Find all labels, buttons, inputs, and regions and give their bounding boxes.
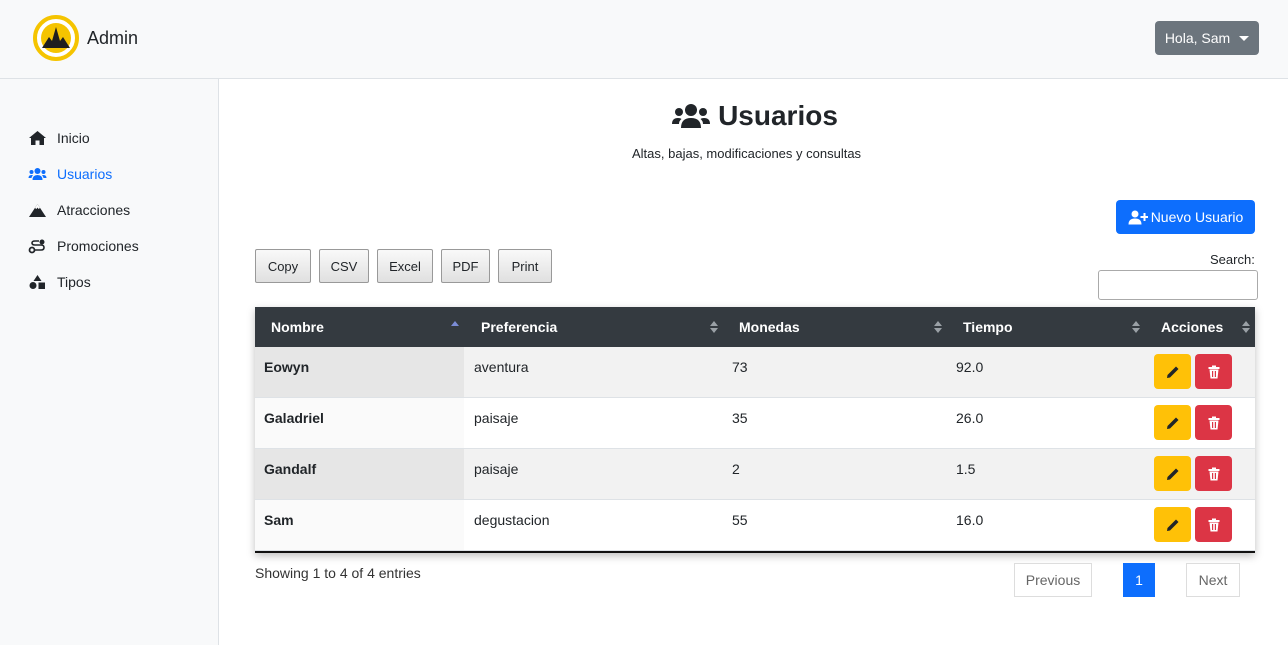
new-user-button[interactable]: Nuevo Usuario [1116,200,1255,234]
sidebar-item-label: Promociones [57,238,139,254]
cell-preferencia: degustacion [474,512,550,528]
sort-asc-icon[interactable] [451,320,459,334]
next-page-button[interactable]: Next [1186,563,1240,597]
user-menu-label: Hola, Sam [1164,30,1231,46]
new-user-label: Nuevo Usuario [1150,209,1244,225]
sidebar-item-label: Inicio [57,130,90,146]
sidebar-item-usuarios[interactable]: Usuarios [28,162,112,186]
cell-tiempo: 26.0 [956,410,984,426]
logo-icon [33,15,79,61]
sort-icon[interactable] [934,320,942,334]
delete-button[interactable] [1195,507,1232,542]
edit-button[interactable] [1154,507,1191,542]
column-header-nombre[interactable]: Nombre [271,307,324,347]
edit-button[interactable] [1154,456,1191,491]
page-subtitle: Altas, bajas, modificaciones y consultas [632,146,862,161]
copy-button[interactable]: Copy [255,249,311,283]
table-bottom-border [255,551,1255,553]
print-button[interactable]: Print [498,249,552,283]
sort-icon[interactable] [1242,320,1250,334]
trash-icon [1208,416,1219,429]
delete-button[interactable] [1195,354,1232,389]
trash-icon [1208,518,1219,531]
column-header-preferencia[interactable]: Preferencia [481,307,557,347]
caret-down-icon [1239,35,1250,41]
sidebar-item-atracciones[interactable]: Atracciones [28,198,130,222]
table-info: Showing 1 to 4 of 4 entries [255,565,421,581]
delete-button[interactable] [1195,456,1232,491]
trash-icon [1208,467,1219,480]
top-navbar: Admin Hola, Sam [0,0,1288,79]
shapes-icon [29,275,45,289]
pencil-icon [1166,519,1178,531]
brand-name: Admin [87,27,139,48]
mountain-icon [29,204,46,217]
cell-tiempo: 16.0 [956,512,984,528]
cell-monedas: 73 [732,359,748,375]
cell-preferencia: aventura [474,359,529,375]
cell-monedas: 55 [732,512,748,528]
column-header-monedas[interactable]: Monedas [739,307,800,347]
cell-tiempo: 1.5 [956,461,976,477]
user-plus-icon [1128,210,1148,224]
cell-nombre: Gandalf [264,461,317,477]
search-label: Search: [1210,252,1255,267]
user-menu-button[interactable]: Hola, Sam [1155,21,1259,55]
route-icon [28,239,45,254]
sidebar-item-tipos[interactable]: Tipos [28,270,91,294]
column-header-acciones[interactable]: Acciones [1161,307,1223,347]
page-title: Usuarios [718,100,838,131]
edit-button[interactable] [1154,405,1191,440]
previous-page-button[interactable]: Previous [1014,563,1092,597]
cell-monedas: 35 [732,410,748,426]
pencil-icon [1166,417,1178,429]
pdf-button[interactable]: PDF [441,249,490,283]
page-1-button[interactable]: 1 [1123,563,1155,597]
sidebar-item-label: Atracciones [57,202,131,218]
cell-nombre: Eowyn [264,359,310,375]
table-row: Eowyn aventura 73 92.0 [255,347,1255,398]
edit-button[interactable] [1154,354,1191,389]
pencil-icon [1166,468,1178,480]
cell-preferencia: paisaje [474,461,519,477]
excel-button[interactable]: Excel [377,249,433,283]
cell-preferencia: paisaje [474,410,519,426]
brand[interactable]: Admin [33,15,138,61]
cell-nombre: Galadriel [264,410,324,426]
page-header: Usuarios [0,100,1288,132]
table-row: Sam degustacion 55 16.0 [255,500,1255,551]
csv-button[interactable]: CSV [319,249,369,283]
table-row: Galadriel paisaje 35 26.0 [255,398,1255,449]
sidebar-item-promociones[interactable]: Promociones [28,234,139,258]
cell-tiempo: 92.0 [956,359,984,375]
pencil-icon [1166,366,1178,378]
trash-icon [1208,365,1219,378]
home-icon [29,131,46,145]
sort-icon[interactable] [1132,320,1140,334]
search-input[interactable] [1098,270,1258,300]
cell-nombre: Sam [264,512,294,528]
delete-button[interactable] [1195,405,1232,440]
table-header: Nombre Preferencia Monedas Tiempo Accion… [255,307,1255,347]
sidebar-item-label: Usuarios [57,166,113,182]
table-row: Gandalf paisaje 2 1.5 [255,449,1255,500]
sidebar-item-label: Tipos [57,274,91,290]
users-table: Nombre Preferencia Monedas Tiempo Accion… [255,307,1255,553]
column-header-tiempo[interactable]: Tiempo [963,307,1013,347]
users-icon [28,168,47,180]
cell-monedas: 2 [732,461,740,477]
sort-icon[interactable] [710,320,718,334]
users-icon [672,104,711,128]
